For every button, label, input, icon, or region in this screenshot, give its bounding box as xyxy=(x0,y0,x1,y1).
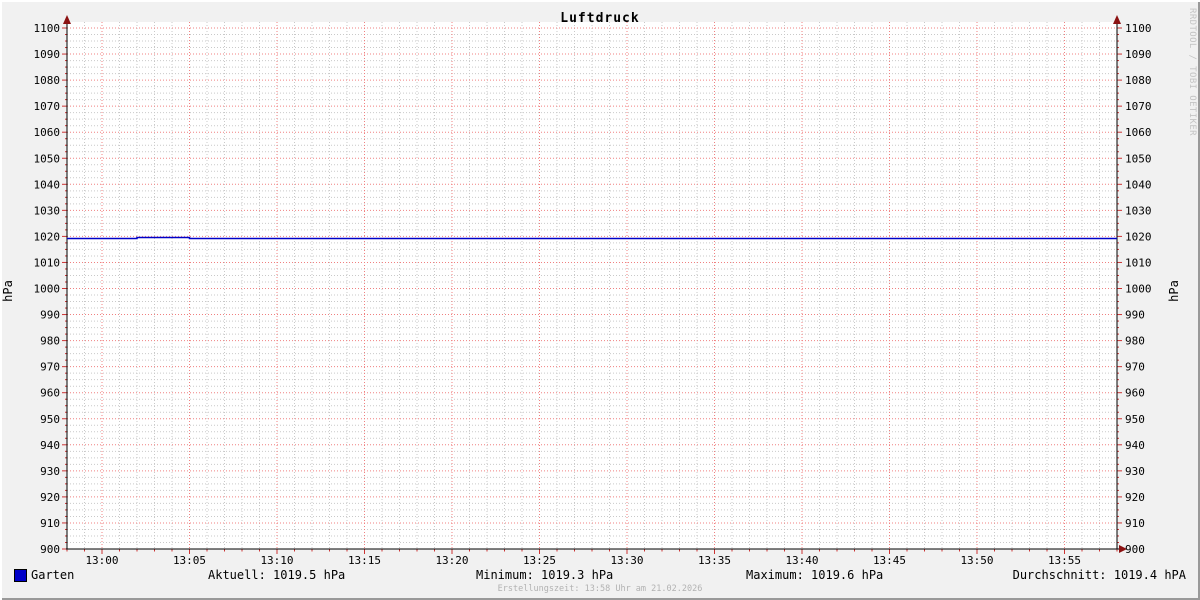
y-tick-label-right: 1070 xyxy=(1125,100,1152,113)
y-tick-label-right: 1000 xyxy=(1125,283,1152,296)
arrow-up-left xyxy=(63,15,71,24)
y-tick-label-right: 980 xyxy=(1125,335,1145,348)
y-tick-label-left: 1050 xyxy=(34,152,61,165)
y-axis-title-left: hPa xyxy=(1,280,15,302)
y-tick-label-right: 1030 xyxy=(1125,204,1152,217)
creation-time-footer: Erstellungszeit: 13:58 Uhr am 21.02.2026 xyxy=(497,584,703,594)
y-tick-label-right: 960 xyxy=(1125,387,1145,400)
y-tick-label-right: 950 xyxy=(1125,413,1145,426)
legend-swatch-garten xyxy=(14,569,27,582)
x-tick-label: 13:40 xyxy=(785,554,818,567)
x-tick-label: 13:55 xyxy=(1048,554,1081,567)
x-tick-label: 13:45 xyxy=(873,554,906,567)
y-tick-label-right: 1060 xyxy=(1125,126,1152,139)
y-tick-label-right: 910 xyxy=(1125,517,1145,530)
y-axis-title-right: hPa xyxy=(1167,280,1181,302)
y-tick-label-left: 1020 xyxy=(34,230,61,243)
stat-aktuell: Aktuell: 1019.5 hPa xyxy=(208,568,346,582)
x-tick-label: 13:20 xyxy=(435,554,468,567)
y-tick-label-left: 940 xyxy=(40,439,60,452)
y-tick-label-left: 960 xyxy=(40,387,60,400)
arrow-up-right xyxy=(1113,15,1121,24)
y-tick-label-left: 920 xyxy=(40,491,60,504)
y-tick-label-right: 940 xyxy=(1125,439,1145,452)
x-tick-label: 13:25 xyxy=(523,554,556,567)
x-tick-label: 13:00 xyxy=(85,554,118,567)
x-tick-label: 13:35 xyxy=(698,554,731,567)
stat-maximum: Maximum: 1019.6 hPa xyxy=(746,568,884,582)
y-tick-label-left: 910 xyxy=(40,517,60,530)
x-tick-label: 13:15 xyxy=(348,554,381,567)
y-tick-label-left: 1080 xyxy=(34,74,61,87)
y-tick-label-right: 920 xyxy=(1125,491,1145,504)
x-tick-label: 13:50 xyxy=(960,554,993,567)
y-tick-label-left: 1090 xyxy=(34,48,61,61)
x-tick-label: 13:05 xyxy=(173,554,206,567)
y-tick-label-right: 930 xyxy=(1125,465,1145,478)
y-tick-label-left: 1070 xyxy=(34,100,61,113)
y-tick-label-right: 900 xyxy=(1125,543,1145,556)
y-tick-label-right: 1020 xyxy=(1125,230,1152,243)
stat-minimum: Minimum: 1019.3 hPa xyxy=(476,568,614,582)
rrdtool-graph: Luftdruck 1100 1100 1090 1090 1080 1080 1070 10… xyxy=(0,0,1200,600)
y-tick-label-right: 990 xyxy=(1125,309,1145,322)
y-tick-label-left: 980 xyxy=(40,335,60,348)
plot-svg: 1100 1100 1090 1090 1080 1080 1070 1070 1060 1060… xyxy=(34,15,1152,567)
y-tick-label-left: 930 xyxy=(40,465,60,478)
y-tick-label-right: 1050 xyxy=(1125,152,1152,165)
y-tick-label-right: 1080 xyxy=(1125,74,1152,87)
y-tick-label-left: 1000 xyxy=(34,283,61,296)
y-tick-label-left: 990 xyxy=(40,309,60,322)
x-tick-label: 13:30 xyxy=(610,554,643,567)
rrdtool-watermark: RRDTOOL / TOBI OETIKER xyxy=(1187,8,1197,137)
y-tick-label-left: 1100 xyxy=(34,22,61,35)
y-tick-label-left: 1010 xyxy=(34,256,61,269)
stat-durchschnitt: Durchschnitt: 1019.4 hPA xyxy=(1012,568,1186,582)
y-tick-label-right: 1090 xyxy=(1125,48,1152,61)
x-tick-label: 13:10 xyxy=(260,554,293,567)
y-tick-label-left: 1030 xyxy=(34,204,61,217)
y-tick-label-left: 970 xyxy=(40,361,60,374)
legend-label-garten: Garten xyxy=(31,568,75,582)
y-tick-label-right: 1100 xyxy=(1125,22,1152,35)
y-tick-label-right: 970 xyxy=(1125,361,1145,374)
y-tick-label-right: 1010 xyxy=(1125,256,1152,269)
y-tick-label-right: 1040 xyxy=(1125,178,1152,191)
y-tick-label-left: 1040 xyxy=(34,178,61,191)
y-tick-label-left: 950 xyxy=(40,413,60,426)
y-tick-label-left: 900 xyxy=(40,543,60,556)
y-tick-label-left: 1060 xyxy=(34,126,61,139)
